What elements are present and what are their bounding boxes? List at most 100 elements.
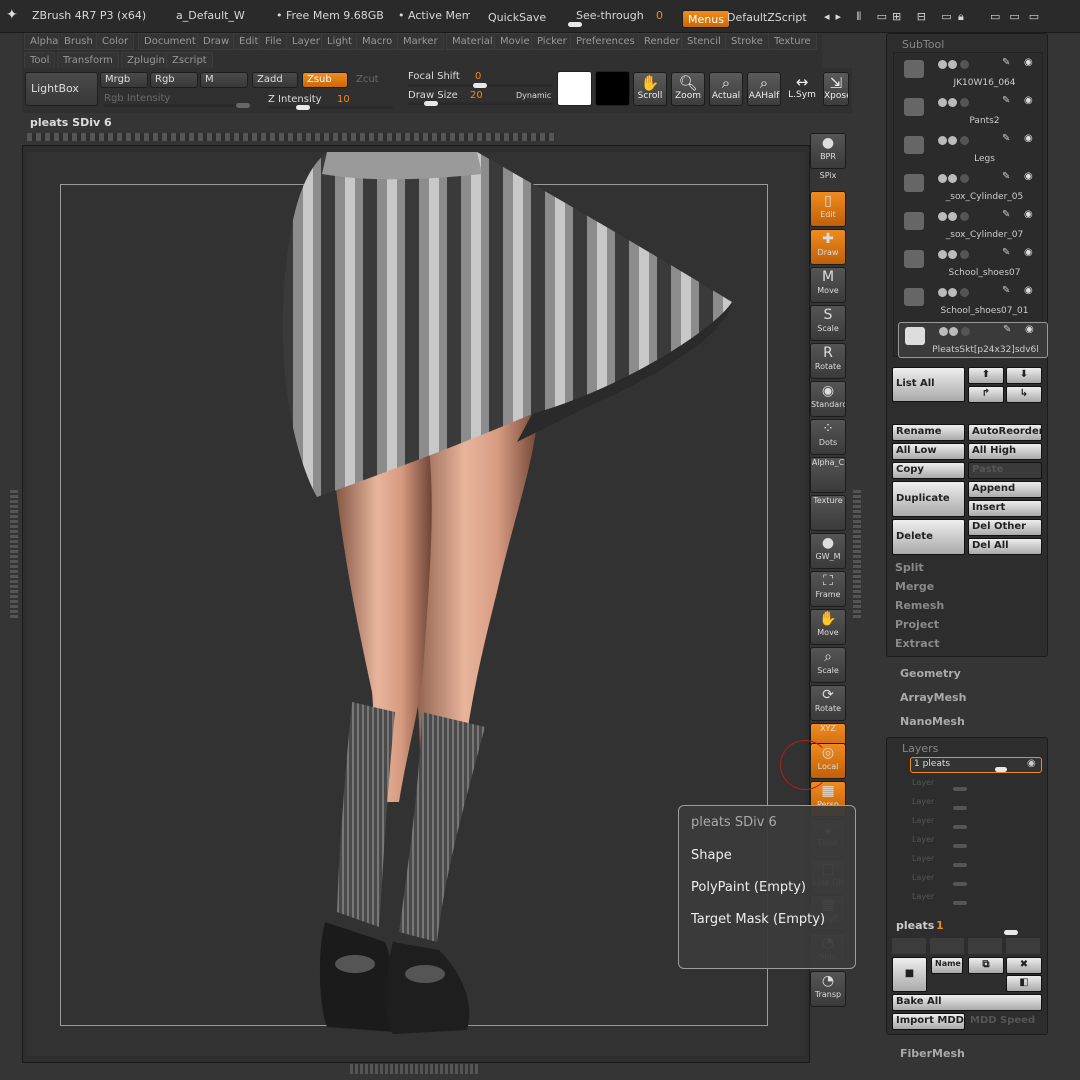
subtool-remesh-section[interactable]: Remesh bbox=[895, 599, 944, 612]
subtool-toggle-dot[interactable] bbox=[938, 250, 947, 259]
menu-document[interactable]: Document bbox=[138, 33, 202, 50]
empty-layer-slot[interactable]: Layer bbox=[912, 835, 934, 844]
lightbox-button[interactable]: LightBox bbox=[25, 72, 98, 106]
see-through-slider[interactable] bbox=[568, 22, 582, 27]
menu-color[interactable]: Color bbox=[96, 33, 135, 50]
merge-layer-icon[interactable]: ◧ bbox=[1006, 975, 1042, 992]
menu-stencil[interactable]: Stencil bbox=[681, 33, 727, 50]
subtool-toggle-dot[interactable] bbox=[938, 212, 947, 221]
move-down-group-button[interactable]: ↳ bbox=[1006, 386, 1042, 403]
layer-strength-knob[interactable] bbox=[953, 787, 967, 791]
menu-tool[interactable]: Tool bbox=[24, 52, 56, 69]
quicksave-button[interactable]: QuickSave bbox=[488, 11, 546, 24]
menu-material[interactable]: Material bbox=[446, 33, 499, 50]
focal-shift-label[interactable]: Focal Shift bbox=[408, 71, 460, 82]
shelf-move-button[interactable]: ✋ Move bbox=[810, 609, 846, 645]
menu-layer[interactable]: Layer bbox=[286, 33, 326, 50]
copy-button[interactable]: Copy bbox=[892, 462, 965, 479]
menu-file[interactable]: File bbox=[259, 33, 288, 50]
del-all-button[interactable]: Del All bbox=[968, 538, 1042, 555]
menu-render[interactable]: Render bbox=[638, 33, 686, 50]
all-high-button[interactable]: All High bbox=[968, 443, 1042, 460]
main-color-swatch[interactable] bbox=[557, 71, 592, 106]
subtool-project-section[interactable]: Project bbox=[895, 618, 939, 631]
layer-eye-icon[interactable]: ◉ bbox=[1027, 758, 1036, 769]
focal-shift-knob[interactable] bbox=[473, 83, 487, 88]
append-button[interactable]: Append bbox=[968, 481, 1042, 498]
nanomesh-palette[interactable]: NanoMesh bbox=[900, 715, 965, 728]
visibility-eye-icon[interactable]: ◉ bbox=[1024, 247, 1033, 258]
menu-picker[interactable]: Picker bbox=[531, 33, 573, 50]
shelf-scale-button[interactable]: ⌕ Scale bbox=[810, 647, 846, 683]
subtool-item[interactable]: ✎ ◉ Pants2 bbox=[898, 94, 1048, 130]
actual-button[interactable]: ⌕ Actual bbox=[709, 72, 743, 106]
subtool-toggle-dot[interactable] bbox=[961, 327, 970, 336]
menu-marker[interactable]: Marker bbox=[397, 33, 444, 50]
xpose-button[interactable]: ⇲ Xpose bbox=[823, 72, 849, 106]
empty-layer-slot[interactable]: Layer bbox=[912, 892, 934, 901]
bake-all-button[interactable]: Bake All bbox=[892, 994, 1042, 1011]
shelf-move-button[interactable]: M Move bbox=[810, 267, 846, 303]
empty-layer-slot[interactable]: Layer bbox=[912, 797, 934, 806]
subtool-toggle-dot[interactable] bbox=[948, 98, 957, 107]
subtool-toggle-dot[interactable] bbox=[948, 174, 957, 183]
subtool-toggle-dot[interactable] bbox=[949, 327, 958, 336]
shelf-scale-button[interactable]: S Scale bbox=[810, 305, 846, 341]
subtool-toggle-dot[interactable] bbox=[960, 98, 969, 107]
shelf-alpha-c-button[interactable]: Alpha_C bbox=[810, 457, 846, 493]
menu-draw[interactable]: Draw bbox=[197, 33, 236, 50]
default-zscript-button[interactable]: DefaultZScript bbox=[727, 11, 807, 24]
new-layer-button[interactable]: ■ bbox=[892, 957, 927, 992]
layer-strength-knob[interactable] bbox=[953, 844, 967, 848]
layer-strength-knob[interactable] bbox=[953, 882, 967, 886]
layer-strength-knob[interactable] bbox=[1004, 930, 1018, 935]
mrgb-button[interactable]: Mrgb bbox=[100, 72, 148, 88]
polypaint-brush-icon[interactable]: ✎ bbox=[1002, 247, 1010, 258]
aahalf-button[interactable]: ⌕ AAHalf bbox=[747, 72, 781, 106]
secondary-color-swatch[interactable] bbox=[595, 71, 630, 106]
visibility-eye-icon[interactable]: ◉ bbox=[1024, 171, 1033, 182]
polypaint-brush-icon[interactable]: ✎ bbox=[1003, 324, 1011, 335]
del-other-button[interactable]: Del Other bbox=[968, 519, 1042, 536]
window-layout-icon[interactable]: ⊞ ⊟ ▭ bbox=[892, 10, 958, 23]
subtool-toggle-dot[interactable] bbox=[948, 288, 957, 297]
visibility-eye-icon[interactable]: ◉ bbox=[1024, 209, 1033, 220]
z-intensity-knob[interactable] bbox=[296, 105, 310, 110]
insert-button[interactable]: Insert bbox=[968, 500, 1042, 517]
subtool-toggle-dot[interactable] bbox=[948, 60, 957, 69]
visibility-eye-icon[interactable]: ◉ bbox=[1024, 57, 1033, 68]
subtool-merge-section[interactable]: Merge bbox=[895, 580, 934, 593]
duplicate-layer-icon[interactable]: ⧉ bbox=[968, 957, 1004, 974]
menu-stroke[interactable]: Stroke bbox=[725, 33, 769, 50]
layer-strength-knob[interactable] bbox=[953, 863, 967, 867]
z-intensity-slider[interactable] bbox=[268, 106, 393, 109]
visibility-eye-icon[interactable]: ◉ bbox=[1024, 285, 1033, 296]
subtool-item[interactable]: ✎ ◉ Legs bbox=[898, 132, 1048, 168]
menus-button[interactable]: Menus bbox=[682, 10, 730, 28]
subtool-item[interactable]: ✎ ◉ School_shoes07 bbox=[898, 246, 1048, 282]
lock-icon[interactable]: 🔒︎ bbox=[958, 10, 964, 24]
menu-macro[interactable]: Macro bbox=[356, 33, 399, 50]
menu-texture[interactable]: Texture bbox=[768, 33, 817, 50]
shelf-dots-button[interactable]: ⁘ Dots bbox=[810, 419, 846, 455]
draw-size-knob[interactable] bbox=[424, 101, 438, 106]
subtool-toggle-dot[interactable] bbox=[948, 250, 957, 259]
rgb-intensity-slider[interactable] bbox=[104, 104, 249, 107]
polypaint-brush-icon[interactable]: ✎ bbox=[1002, 209, 1010, 220]
empty-layer-slot[interactable]: Layer bbox=[912, 873, 934, 882]
subtool-toggle-dot[interactable] bbox=[960, 60, 969, 69]
left-tray-handle[interactable] bbox=[10, 490, 18, 620]
menu-preferences[interactable]: Preferences bbox=[570, 33, 641, 50]
shelf-standard-button[interactable]: ◉ Standard bbox=[810, 381, 846, 417]
subtool-item[interactable]: ✎ ◉ PleatsSkt[p24x32]sdv6l bbox=[898, 322, 1048, 358]
move-up-group-button[interactable]: ↱ bbox=[968, 386, 1004, 403]
mdd-speed-slider[interactable]: MDD Speed bbox=[970, 1015, 1035, 1026]
lsym-button[interactable]: ↔ L.Sym bbox=[785, 72, 819, 106]
empty-layer-slot[interactable]: Layer bbox=[912, 816, 934, 825]
shelf-frame-button[interactable]: ⛶ Frame bbox=[810, 571, 846, 607]
subtool-toggle-dot[interactable] bbox=[938, 136, 947, 145]
subtool-item[interactable]: ✎ ◉ JK10W16_064 bbox=[898, 56, 1048, 92]
visibility-eye-icon[interactable]: ◉ bbox=[1024, 95, 1033, 106]
subtool-toggle-dot[interactable] bbox=[948, 136, 957, 145]
duplicate-button[interactable]: Duplicate bbox=[892, 481, 965, 517]
